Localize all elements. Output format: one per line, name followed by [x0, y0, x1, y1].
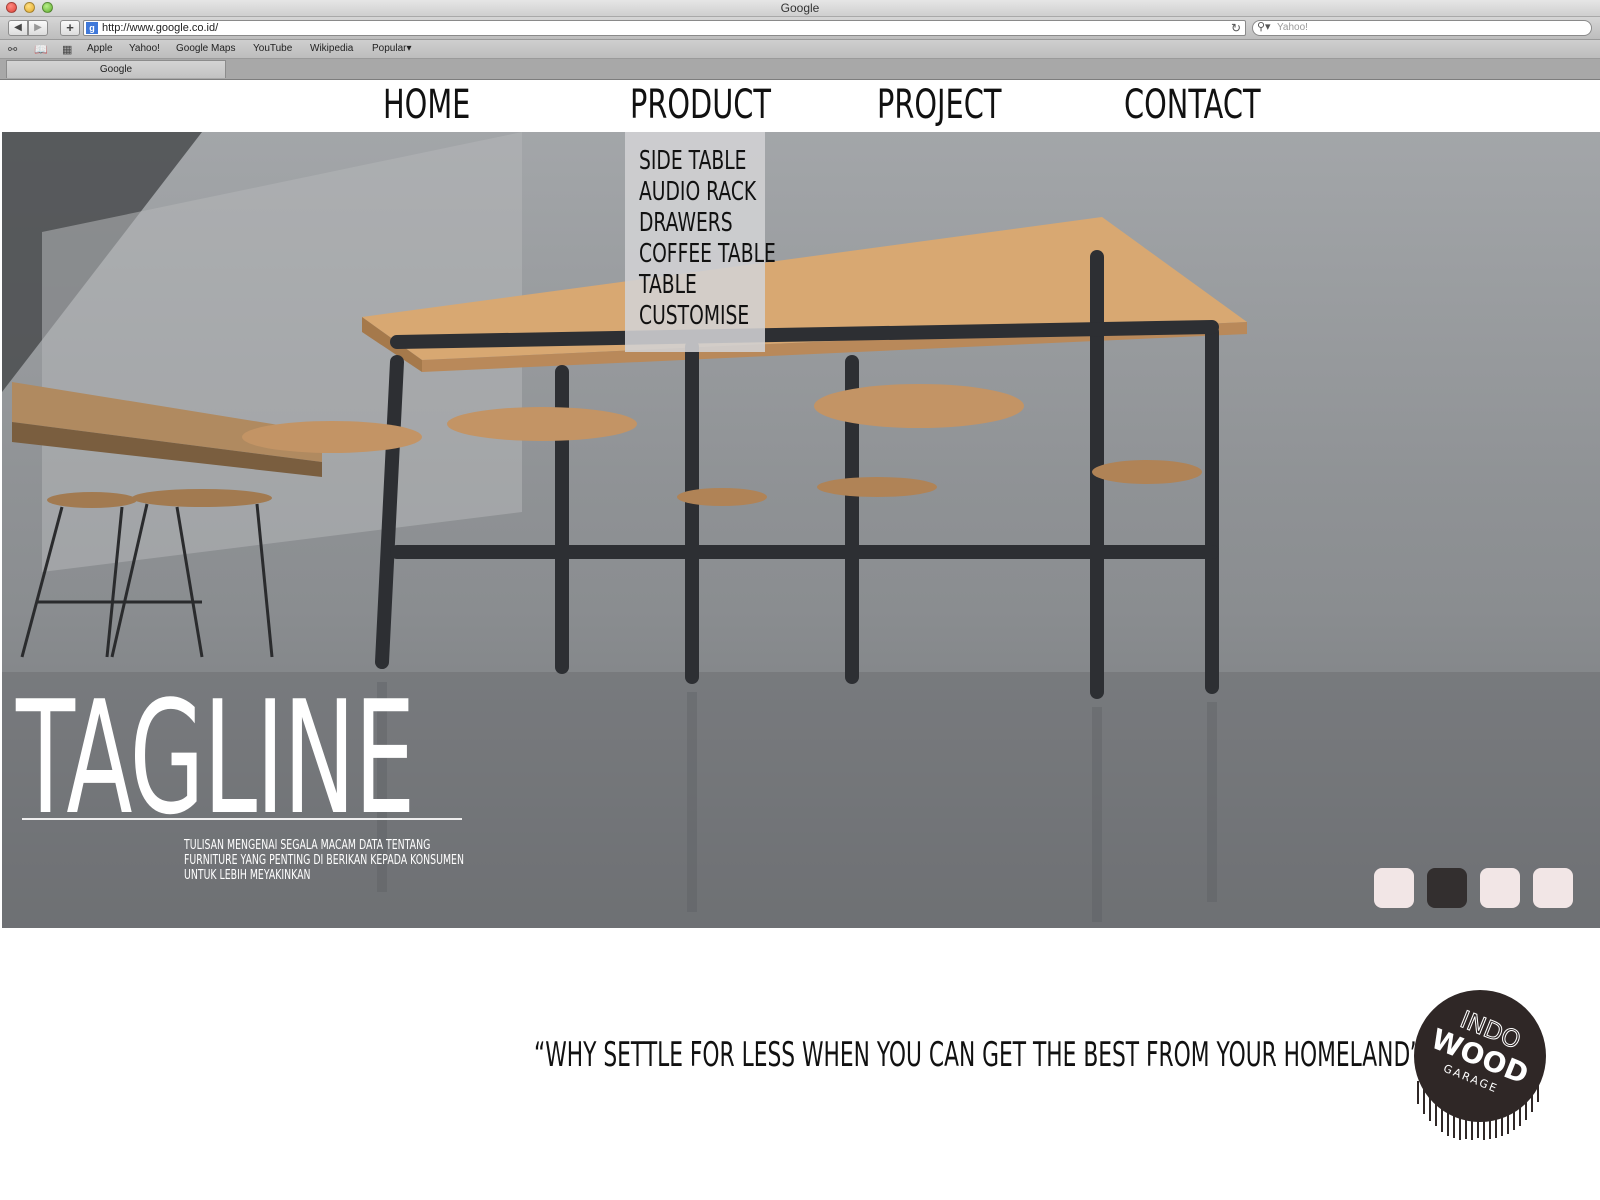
- bookmark-google-maps[interactable]: Google Maps: [176, 43, 235, 54]
- bookmark-apple[interactable]: Apple: [87, 43, 113, 54]
- address-bar[interactable]: g http://www.google.co.id/ ↻: [83, 20, 1246, 36]
- plus-icon: +: [66, 20, 74, 35]
- bookmark-youtube[interactable]: YouTube: [253, 43, 292, 54]
- back-button[interactable]: ◀: [8, 20, 28, 36]
- tagline-divider: [22, 818, 462, 820]
- slider-dot-3[interactable]: [1480, 868, 1520, 908]
- main-navigation: HOME PRODUCT PROJECT CONTACT: [0, 80, 1600, 132]
- menu-item-coffee-table[interactable]: COFFEE TABLE: [639, 239, 776, 269]
- forward-button[interactable]: ▶: [28, 20, 48, 36]
- nav-home[interactable]: HOME: [383, 82, 470, 128]
- menu-item-drawers[interactable]: DRAWERS: [639, 208, 733, 238]
- chevron-down-icon: ▾: [406, 43, 412, 54]
- search-icon: ⚲▾: [1257, 21, 1271, 33]
- nav-contact[interactable]: CONTACT: [1124, 82, 1261, 128]
- bookmarks-book-icon[interactable]: 📖: [34, 43, 48, 56]
- window-title: Google: [780, 1, 820, 15]
- menu-item-side-table[interactable]: SIDE TABLE: [639, 146, 746, 176]
- menu-item-audio-rack[interactable]: AUDIO RACK: [639, 177, 756, 207]
- slider-dot-2[interactable]: [1427, 868, 1467, 908]
- forward-arrow-icon: ▶: [34, 22, 42, 33]
- google-favicon-icon: g: [86, 22, 98, 34]
- back-arrow-icon: ◀: [14, 22, 22, 33]
- search-field[interactable]: ⚲▾ Yahoo!: [1252, 20, 1592, 36]
- tab-google[interactable]: Google: [6, 60, 226, 78]
- tab-bar: Google: [0, 59, 1600, 80]
- top-sites-grid-icon[interactable]: ▦: [62, 43, 72, 56]
- reading-list-icon[interactable]: ⚯: [8, 43, 17, 56]
- bookmark-wikipedia[interactable]: Wikipedia: [310, 43, 353, 54]
- window-titlebar: Google: [0, 0, 1600, 17]
- indo-wood-garage-logo: INDO WOOD GARAGE: [1414, 990, 1546, 1140]
- bookmarks-bar: ⚯ 📖 ▦ Apple Yahoo! Google Maps YouTube W…: [0, 40, 1600, 59]
- add-bookmark-button[interactable]: +: [60, 20, 80, 36]
- slider-dot-4[interactable]: [1533, 868, 1573, 908]
- bookmark-yahoo[interactable]: Yahoo!: [129, 43, 160, 54]
- footer-quote: “WHY SETTLE FOR LESS WHEN YOU CAN GET TH…: [534, 1035, 1421, 1075]
- product-dropdown-menu: SIDE TABLE AUDIO RACK DRAWERS COFFEE TAB…: [625, 132, 776, 352]
- slider-dot-1[interactable]: [1374, 868, 1414, 908]
- menu-item-table[interactable]: TABLE: [639, 270, 697, 300]
- hero-tagline: TAGLINE: [16, 667, 415, 849]
- browser-toolbar: ◀ ▶ + g http://www.google.co.id/ ↻ ⚲▾ Ya…: [0, 17, 1600, 40]
- hero-description: TULISAN MENGENAI SEGALA MACAM DATA TENTA…: [184, 838, 464, 883]
- nav-product[interactable]: PRODUCT: [630, 82, 771, 128]
- search-placeholder: Yahoo!: [1277, 22, 1308, 33]
- url-text: http://www.google.co.id/: [102, 22, 219, 34]
- menu-item-customise[interactable]: CUSTOMISE: [639, 301, 749, 331]
- bookmark-popular-label: Popular: [372, 43, 407, 54]
- nav-project[interactable]: PROJECT: [877, 82, 1001, 128]
- bookmark-popular[interactable]: Popular▾: [372, 43, 412, 54]
- reload-icon[interactable]: ↻: [1231, 21, 1241, 35]
